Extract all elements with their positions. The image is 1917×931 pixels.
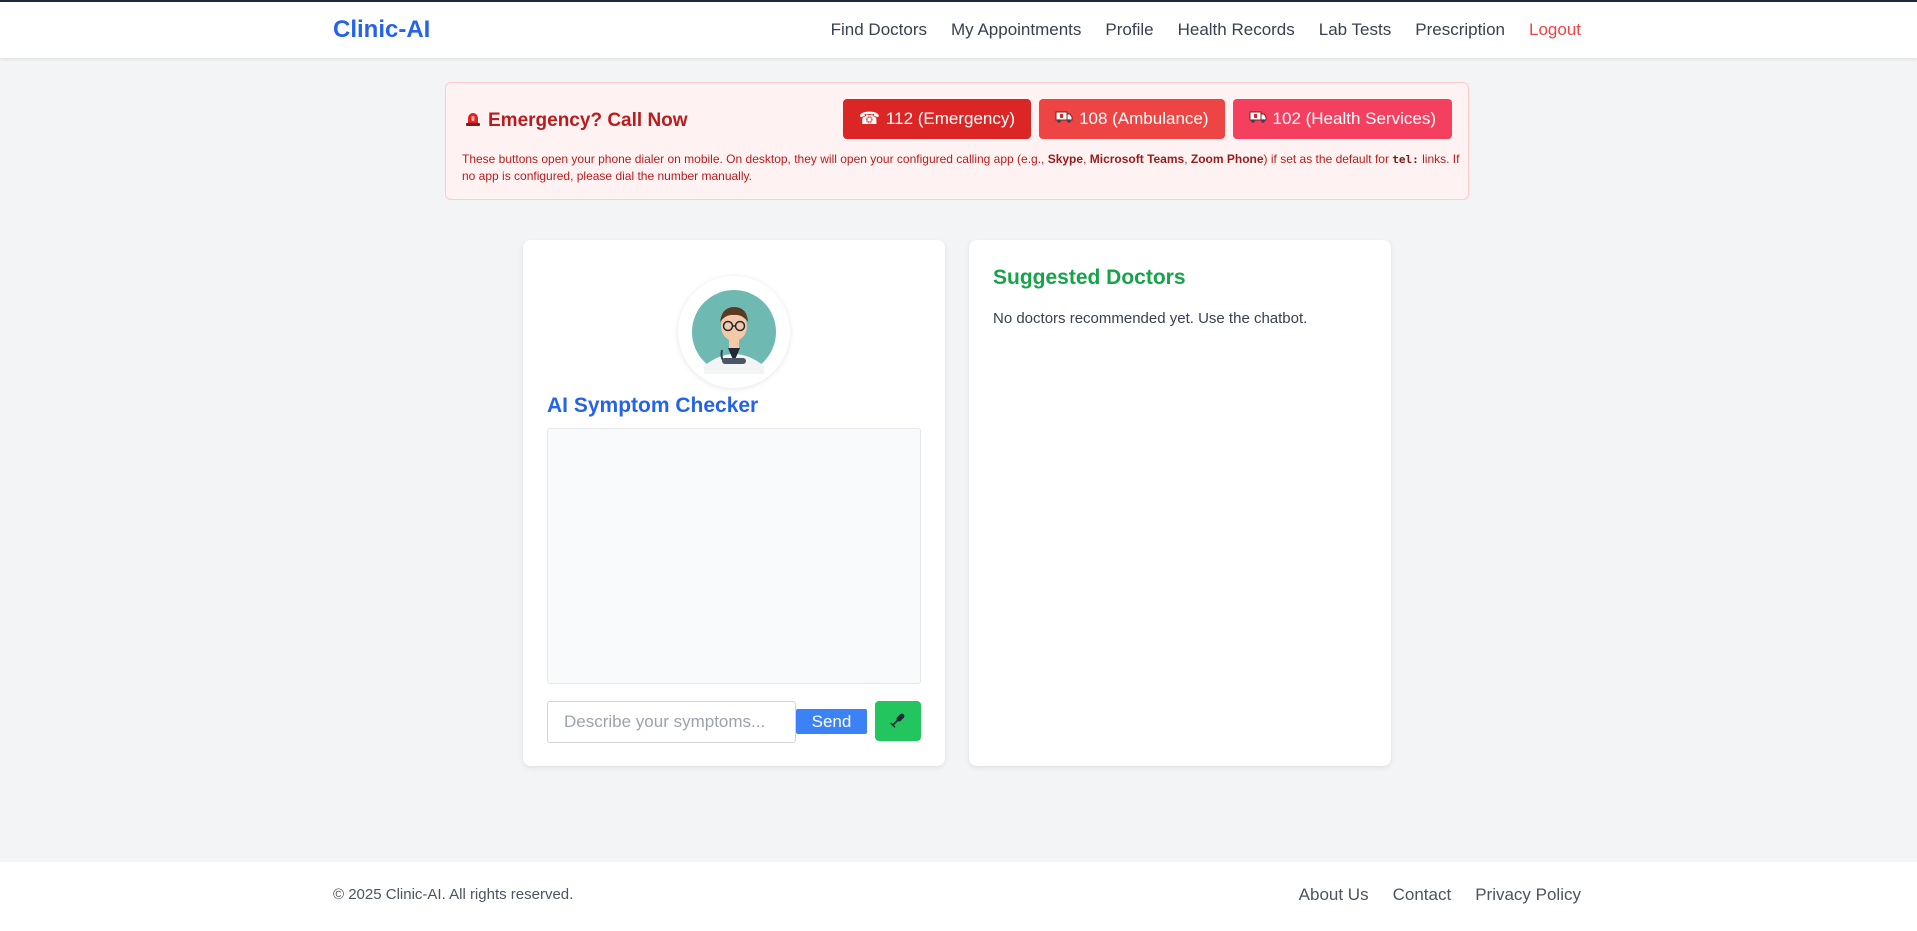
nav-health-records[interactable]: Health Records	[1178, 20, 1295, 40]
ambulance-icon	[1055, 109, 1073, 129]
suggested-doctors-title: Suggested Doctors	[993, 266, 1186, 289]
nav-lab-tests[interactable]: Lab Tests	[1319, 20, 1391, 40]
suggested-doctors-card: Suggested Doctors No doctors recommended…	[969, 240, 1391, 766]
footer-contact[interactable]: Contact	[1393, 885, 1452, 905]
emergency-buttons: ☎ 112 (Emergency) 108 (Ambulance) 102 (H…	[842, 99, 1452, 139]
brand-logo[interactable]: Clinic-AI	[333, 16, 430, 44]
top-navbar: Clinic-AI Find Doctors My Appointments P…	[0, 2, 1917, 58]
note-app-skype: Skype	[1047, 152, 1084, 166]
footer-privacy-policy[interactable]: Privacy Policy	[1475, 885, 1581, 905]
note-text: ) if set as the default for	[1263, 152, 1393, 166]
nav-my-appointments[interactable]: My Appointments	[951, 20, 1081, 40]
call-102-button[interactable]: 102 (Health Services)	[1232, 99, 1452, 139]
call-108-label: 108 (Ambulance)	[1079, 109, 1209, 128]
send-button[interactable]: Send	[796, 709, 867, 734]
doctor-avatar-icon	[678, 276, 790, 388]
call-112-button[interactable]: ☎ 112 (Emergency)	[842, 99, 1032, 139]
siren-icon	[464, 109, 482, 132]
phone-icon: ☎	[858, 109, 880, 128]
symptom-input[interactable]	[547, 701, 796, 743]
note-code: tel:	[1392, 153, 1419, 166]
note-separator: ,	[1184, 152, 1191, 166]
symptom-checker-card: AI Symptom Checker Send	[523, 240, 945, 766]
nav-links: Find Doctors My Appointments Profile Hea…	[831, 20, 1581, 40]
call-102-label: 102 (Health Services)	[1272, 109, 1436, 128]
nav-prescription[interactable]: Prescription	[1415, 20, 1505, 40]
nav-profile[interactable]: Profile	[1105, 20, 1153, 40]
footer-links: About Us Contact Privacy Policy	[1299, 885, 1581, 905]
call-108-button[interactable]: 108 (Ambulance)	[1039, 99, 1225, 139]
note-app-zoom: Zoom Phone	[1190, 152, 1264, 166]
microphone-icon	[889, 711, 907, 732]
note-app-teams: Microsoft Teams	[1089, 152, 1185, 166]
call-112-label: 112 (Emergency)	[885, 109, 1016, 128]
microphone-button[interactable]	[875, 701, 921, 741]
nav-find-doctors[interactable]: Find Doctors	[831, 20, 927, 40]
footer: © 2025 Clinic-AI. All rights reserved. A…	[0, 862, 1917, 931]
ambulance-icon	[1249, 109, 1267, 129]
note-separator: ,	[1083, 152, 1090, 166]
emergency-title: Emergency? Call Now	[488, 109, 688, 131]
suggested-doctors-empty: No doctors recommended yet. Use the chat…	[993, 310, 1308, 327]
emergency-banner: Emergency? Call Now ☎ 112 (Emergency) 10…	[445, 82, 1469, 200]
chat-messages-area[interactable]	[547, 428, 921, 684]
emergency-note: These buttons open your phone dialer on …	[462, 151, 1462, 184]
emergency-heading: Emergency? Call Now	[464, 109, 688, 132]
copyright-text: © 2025 Clinic-AI. All rights reserved.	[333, 886, 574, 903]
nav-logout[interactable]: Logout	[1529, 20, 1581, 40]
footer-about-us[interactable]: About Us	[1299, 885, 1369, 905]
note-text: These buttons open your phone dialer on …	[462, 152, 1048, 166]
symptom-checker-title: AI Symptom Checker	[547, 394, 759, 417]
